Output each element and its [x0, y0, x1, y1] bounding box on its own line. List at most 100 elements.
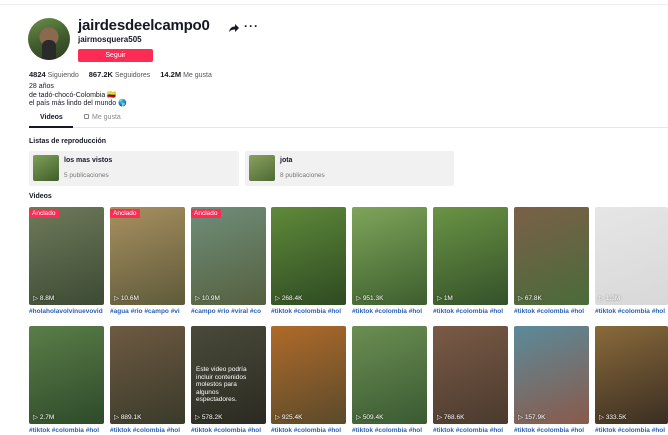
video-card[interactable]: ▷ 2.7M: [29, 326, 104, 424]
video-caption[interactable]: #tiktok #colombia #hol: [433, 427, 508, 434]
top-divider: [0, 4, 668, 5]
video-card[interactable]: ▷ 67.8K: [514, 207, 589, 305]
view-count-value: 1M: [443, 295, 453, 302]
profile-bio: 28 años de tadó-chocó-Colombia 🇨🇴 el paí…: [29, 83, 127, 109]
play-icon: ▷: [33, 295, 40, 302]
followers-label: Seguidores: [114, 72, 151, 79]
playlist-count: 5 publicaciones: [64, 172, 109, 179]
follow-button[interactable]: Seguir: [78, 49, 153, 62]
view-count: ▷ 925.4K: [275, 413, 302, 421]
video-card[interactable]: ▷ 951.3K: [352, 207, 427, 305]
video-card[interactable]: ▷ 1M: [433, 207, 508, 305]
play-icon: ▷: [275, 414, 282, 421]
play-icon: ▷: [195, 414, 202, 421]
view-count-value: 10.9M: [201, 295, 220, 302]
video-caption[interactable]: #tiktok #colombia #hol: [352, 427, 427, 434]
view-count-value: 268.4K: [281, 295, 303, 302]
video-card[interactable]: ▷ 333.5K: [595, 326, 668, 424]
view-count-value: 951.3K: [362, 295, 384, 302]
video-caption[interactable]: #tiktok #colombia #hol: [191, 427, 266, 434]
video-caption[interactable]: #tiktok #colombia #hol: [595, 308, 668, 315]
view-count: ▷ 578.2K: [195, 413, 222, 421]
playlist-card[interactable]: los mas vistos 5 publicaciones: [29, 151, 239, 186]
playlist-name: los mas vistos: [64, 157, 113, 164]
video-card[interactable]: ▷ 157.9K: [514, 326, 589, 424]
view-count: ▷ 8.8M: [33, 294, 54, 302]
view-count-value: 768.6K: [443, 414, 465, 421]
playlist-name: jota: [280, 157, 293, 164]
play-icon: ▷: [33, 414, 40, 421]
profile-stats: 4824 Siguiendo 867.2K Seguidores 14.2M M…: [29, 70, 220, 79]
view-count-value: 8.8M: [39, 295, 55, 302]
active-tab-indicator: [29, 126, 73, 128]
video-card[interactable]: ▷ 509.4K: [352, 326, 427, 424]
play-icon: ▷: [437, 295, 444, 302]
playlist-thumbnail: [33, 155, 59, 181]
likes-count: 14.2M: [160, 70, 182, 79]
view-count-value: 578.2K: [201, 414, 223, 421]
video-caption[interactable]: #campo #rio #viral #co: [191, 308, 266, 315]
video-caption[interactable]: #agua #rio #campo #vi: [110, 308, 185, 315]
following-label: Siguiendo: [47, 72, 79, 79]
playlist-card[interactable]: jota 8 publicaciones: [245, 151, 454, 186]
following-count: 4824: [29, 70, 46, 79]
view-count: ▷ 509.4K: [356, 413, 383, 421]
video-card[interactable]: ▷ 889.1K: [110, 326, 185, 424]
play-icon: ▷: [518, 295, 525, 302]
view-count-value: 1.3M: [605, 295, 621, 302]
view-count-value: 10.6M: [120, 295, 139, 302]
likes-label: Me gusta: [183, 72, 212, 79]
view-count: ▷ 2.7M: [33, 413, 54, 421]
playlist-thumbnail: [249, 155, 275, 181]
play-icon: ▷: [437, 414, 444, 421]
video-card[interactable]: Anclado ▷ 8.8M: [29, 207, 104, 305]
video-card[interactable]: ▷ 768.6K: [433, 326, 508, 424]
view-count: ▷ 10.9M: [195, 294, 220, 302]
view-count-value: 157.9K: [524, 414, 546, 421]
video-caption[interactable]: #tiktok #colombia #hol: [271, 308, 346, 315]
tab-liked[interactable]: Me gusta: [84, 113, 121, 121]
videos-title: Videos: [29, 193, 52, 200]
play-icon: ▷: [356, 295, 363, 302]
video-caption[interactable]: #holaholavolvinuevovid: [29, 308, 104, 315]
play-icon: ▷: [518, 414, 525, 421]
lock-icon: [84, 113, 89, 119]
view-count-value: 2.7M: [39, 414, 55, 421]
video-caption[interactable]: #tiktok #colombia #hol: [595, 427, 668, 434]
bio-line: de tadó-chocó-Colombia 🇨🇴: [29, 91, 116, 99]
video-card[interactable]: Este video podría incluir contenidos mol…: [191, 326, 266, 424]
content-warning: Este video podría incluir contenidos mol…: [196, 366, 247, 403]
video-caption[interactable]: #tiktok #colombia #hol: [514, 427, 589, 434]
video-caption[interactable]: #tiktok #colombia #hol: [271, 427, 346, 434]
video-caption[interactable]: #tiktok #colombia #hol: [433, 308, 508, 315]
play-icon: ▷: [114, 414, 121, 421]
video-card[interactable]: ▷ 925.4K: [271, 326, 346, 424]
play-icon: ▷: [599, 295, 606, 302]
video-card[interactable]: Anclado ▷ 10.6M: [110, 207, 185, 305]
avatar[interactable]: [28, 18, 70, 60]
view-count-value: 333.5K: [605, 414, 627, 421]
play-icon: ▷: [356, 414, 363, 421]
video-card[interactable]: Anclado ▷ 10.9M: [191, 207, 266, 305]
tab-videos[interactable]: Videos: [40, 114, 63, 121]
play-icon: ▷: [599, 414, 606, 421]
tab-liked-label: Me gusta: [92, 114, 121, 121]
playlist-count: 8 publicaciones: [280, 172, 325, 179]
view-count-value: 889.1K: [120, 414, 142, 421]
video-caption[interactable]: #tiktok #colombia #hol: [110, 427, 185, 434]
bio-line: 28 años: [29, 83, 54, 90]
video-caption[interactable]: #tiktok #colombia #hol: [352, 308, 427, 315]
play-icon: ▷: [114, 295, 121, 302]
more-options-icon[interactable]: ···: [244, 19, 259, 33]
video-card[interactable]: ▷ 268.4K: [271, 207, 346, 305]
video-card[interactable]: ▷ 1.3M: [595, 207, 668, 305]
profile-username: jairdesdeelcampo0: [78, 17, 210, 34]
share-icon[interactable]: [228, 22, 240, 34]
pinned-badge: Anclado: [191, 209, 221, 218]
profile-tabs: Videos Me gusta: [29, 111, 668, 128]
view-count: ▷ 333.5K: [599, 413, 626, 421]
video-caption[interactable]: #tiktok #colombia #hol: [29, 427, 104, 434]
video-caption[interactable]: #tiktok #colombia #hol: [514, 308, 589, 315]
pinned-badge: Anclado: [29, 209, 59, 218]
followers-count: 867.2K: [88, 70, 113, 79]
